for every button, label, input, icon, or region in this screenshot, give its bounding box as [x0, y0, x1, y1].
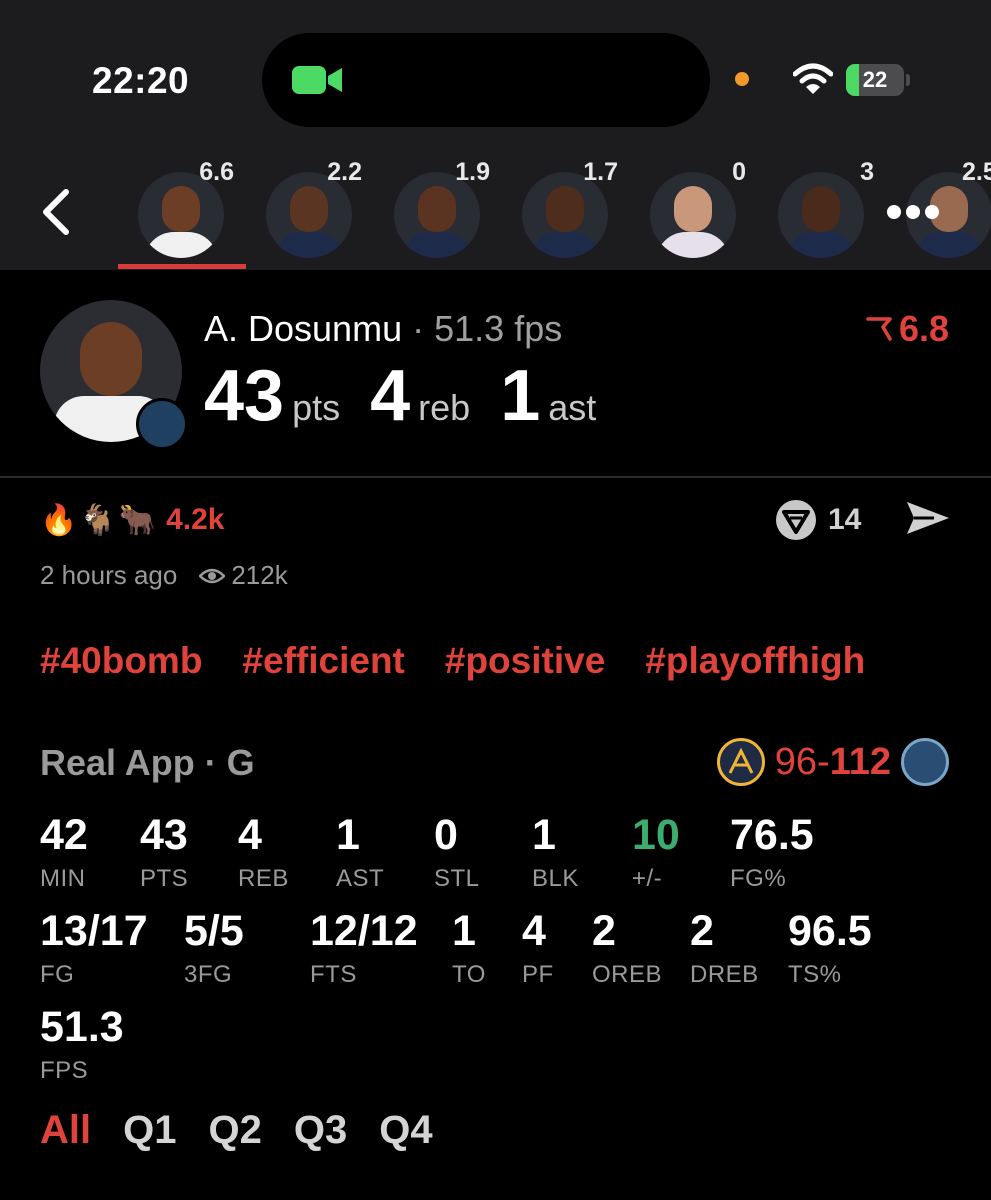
tab-q4[interactable]: Q4	[379, 1108, 432, 1153]
player-strip-item[interactable]: 6.6	[118, 150, 238, 270]
stat-stl: 0 STL	[434, 811, 480, 893]
stat-min: 42 MIN	[40, 811, 88, 893]
headline-stats: 43 pts 4 reb 1 ast	[204, 355, 596, 437]
comment-icon	[776, 500, 816, 540]
player-strip-score: 1.9	[455, 158, 490, 186]
player-strip-score: 3	[860, 158, 874, 186]
stat-dreb: 2 DREB	[690, 907, 759, 989]
views: 212k	[199, 560, 288, 591]
player-strip-score: 2.5	[962, 158, 991, 186]
reb-unit: reb	[418, 387, 471, 428]
view-count: 212k	[231, 560, 288, 590]
tab-q3[interactable]: Q3	[294, 1108, 347, 1153]
reaction-count: 4.2k	[166, 503, 225, 536]
player-strip-item[interactable]: 1.9	[374, 150, 494, 270]
comments-button[interactable]: 14	[774, 498, 861, 542]
time-ago: 2 hours ago	[40, 560, 178, 590]
team-logo-icon	[136, 398, 188, 450]
hashtag[interactable]: #positive	[445, 640, 605, 682]
headline-reb: 4	[370, 356, 411, 436]
stat-plus-minus: 10 +/-	[632, 811, 680, 893]
ast-unit: ast	[548, 387, 597, 428]
stat-fts: 12/12 FTS	[310, 907, 418, 989]
quarter-tabs: All Q1 Q2 Q3 Q4	[40, 1108, 433, 1153]
goat-emoji: 🐐	[79, 503, 117, 537]
rating-arrow-icon	[866, 317, 892, 341]
stat-fps: 51.3 FPS	[40, 1003, 124, 1085]
player-avatar	[650, 172, 736, 258]
hashtag[interactable]: #efficient	[242, 640, 404, 682]
headline-ast: 1	[500, 356, 541, 436]
ox-emoji: 🐂	[118, 503, 157, 537]
reactions[interactable]: 🔥 🐐 🐂 4.2k	[40, 498, 224, 542]
game-score[interactable]: 96-112	[716, 738, 949, 786]
battery-indicator: 22	[846, 64, 904, 96]
stat-ast: 1 AST	[336, 811, 385, 893]
headline-pts: 43	[204, 356, 285, 436]
player-strip-score: 0	[732, 158, 746, 186]
battery-tip	[906, 74, 910, 86]
share-send-icon[interactable]	[904, 498, 952, 538]
tab-all[interactable]: All	[40, 1108, 91, 1153]
score-text: 96-112	[775, 741, 891, 784]
stat-pts: 43 PTS	[140, 811, 189, 893]
hashtag[interactable]: #40bomb	[40, 640, 202, 682]
dynamic-island[interactable]	[262, 33, 710, 127]
tab-q2[interactable]: Q2	[208, 1108, 261, 1153]
divider	[0, 476, 991, 478]
stat-to: 1 TO	[452, 907, 486, 989]
player-name[interactable]: A. Dosunmu	[204, 308, 402, 349]
stat-3fg: 5/5 3FG	[184, 907, 244, 989]
player-strip-score: 2.2	[327, 158, 362, 186]
fire-emoji: 🔥	[40, 503, 78, 537]
player-avatar	[778, 172, 864, 258]
stat-fg-pct: 76.5 FG%	[730, 811, 814, 893]
battery-label: 22	[862, 67, 888, 92]
stat-oreb: 2 OREB	[592, 907, 663, 989]
rating-value: 6.8	[898, 308, 949, 349]
status-bar: 22:20 22	[0, 0, 991, 150]
mic-indicator-dot	[735, 72, 749, 86]
stat-reb: 4 REB	[238, 811, 289, 893]
comment-count: 14	[828, 503, 862, 536]
stat-fg: 13/17 FG	[40, 907, 148, 989]
player-strip: 6.6 2.2 1.9 1.7 0 3 2.5	[0, 150, 991, 270]
selected-player-indicator	[118, 264, 246, 269]
player-strip-item[interactable]: 3	[758, 150, 878, 270]
stat-pf: 4 PF	[522, 907, 554, 989]
nuggets-logo-icon	[716, 738, 765, 786]
tab-q1[interactable]: Q1	[123, 1108, 176, 1153]
score-right: 112	[829, 740, 891, 783]
stat-ts-pct: 96.5 TS%	[788, 907, 872, 989]
player-strip-item[interactable]: 1.7	[502, 150, 622, 270]
player-strip-score: 6.6	[199, 158, 234, 186]
player-title-line: A. Dosunmu · 51.3 fps	[204, 308, 562, 350]
timberwolves-logo-icon	[901, 738, 949, 786]
hashtags: #40bomb #efficient #positive #playoffhig…	[40, 640, 865, 682]
pts-unit: pts	[292, 387, 341, 428]
separator: ·	[412, 308, 425, 349]
facetime-camera-icon	[292, 66, 342, 94]
player-strip-item[interactable]: 0	[630, 150, 750, 270]
hashtag[interactable]: #playoffhigh	[645, 640, 865, 682]
score-left: 96-	[774, 740, 830, 783]
eye-icon	[199, 568, 226, 583]
more-options-icon[interactable]	[886, 204, 940, 220]
game-source: Real App · G	[40, 742, 255, 783]
player-strip-item[interactable]: 2.2	[246, 150, 366, 270]
player-fps: 51.3 fps	[434, 308, 563, 349]
status-time: 22:20	[92, 60, 190, 101]
player-strip-score: 1.7	[583, 158, 618, 186]
wifi-icon	[793, 63, 833, 94]
player-rating: 6.8	[865, 308, 949, 350]
stat-blk: 1 BLK	[532, 811, 579, 893]
post-meta: 2 hours ago 212k	[40, 560, 288, 591]
